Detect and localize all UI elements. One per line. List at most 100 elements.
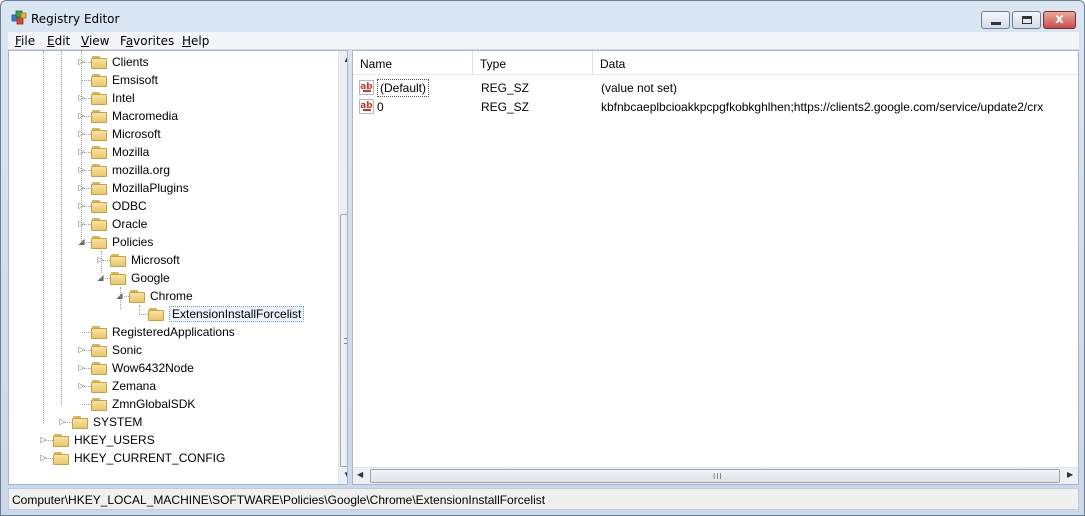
- registry-editor-app-icon: [11, 10, 27, 25]
- column-header-data-label: Data: [600, 57, 626, 71]
- scroll-right-arrow-icon[interactable]: ▶: [1067, 470, 1073, 479]
- value-row[interactable]: ab 0 REG_SZ kbfnbcaeplbcioakkpcpgfkobkgh…: [353, 97, 1078, 116]
- tree-node[interactable]: ZmnGlobalSDK: [9, 395, 334, 413]
- tree-node[interactable]: ▷ Intel: [9, 89, 334, 107]
- folder-icon: [91, 55, 107, 69]
- column-header-name-label: Name: [360, 57, 393, 71]
- menu-file[interactable]: File: [15, 34, 35, 48]
- tree-node[interactable]: ▷ mozilla.org: [9, 161, 334, 179]
- maximize-button[interactable]: [1012, 11, 1041, 29]
- scroll-grip-icon: [344, 338, 347, 344]
- scroll-left-arrow-icon[interactable]: ◀: [357, 470, 363, 479]
- folder-icon: [91, 91, 107, 105]
- tree-node[interactable]: RegisteredApplications: [9, 323, 334, 341]
- menu-help-accel: H: [182, 34, 192, 48]
- scroll-down-arrow-icon[interactable]: ▼: [343, 470, 347, 479]
- folder-icon: [91, 217, 107, 231]
- title-bar[interactable]: Registry Editor x: [1, 1, 1084, 32]
- tree-node[interactable]: ◢ Chrome: [9, 287, 334, 305]
- menu-edit[interactable]: Edit: [47, 34, 70, 48]
- column-header-data[interactable]: Data: [593, 51, 1078, 75]
- tree-node-label: Macromedia: [112, 109, 179, 123]
- tree-node-label: Mozilla: [112, 145, 150, 159]
- folder-icon: [110, 253, 126, 267]
- status-bar: Computer\HKEY_LOCAL_MACHINE\SOFTWARE\Pol…: [8, 488, 1079, 510]
- menu-file-label: ile: [21, 34, 36, 48]
- tree-node-label: Oracle: [112, 217, 148, 231]
- folder-icon: [53, 451, 69, 465]
- close-icon: x: [1055, 12, 1064, 27]
- tree-node[interactable]: ▷ Zemana: [9, 377, 334, 395]
- tree-node-label: Emsisoft: [112, 73, 159, 87]
- folder-icon: [91, 109, 107, 123]
- folder-icon: [110, 271, 126, 285]
- tree-node[interactable]: ▷ ODBC: [9, 197, 334, 215]
- tree-node-label: Clients: [112, 55, 149, 69]
- column-header-type[interactable]: Type: [473, 51, 593, 75]
- string-value-icon: ab: [359, 99, 374, 114]
- close-button[interactable]: x: [1043, 11, 1076, 29]
- tree-node-label: Google: [131, 271, 170, 285]
- maximize-icon: [1022, 16, 1032, 24]
- tree-node-label: Policies: [112, 235, 154, 249]
- values-scroll-thumb[interactable]: III: [370, 469, 1060, 483]
- value-row[interactable]: ab (Default) REG_SZ (value not set): [353, 78, 1078, 97]
- tree-node-label: SYSTEM: [93, 415, 143, 429]
- tree-node[interactable]: ▷ Wow6432Node: [9, 359, 334, 377]
- menu-view-label: iew: [88, 34, 110, 48]
- menu-view[interactable]: View: [81, 34, 109, 48]
- menu-help[interactable]: Help: [182, 34, 209, 48]
- tree-node[interactable]: ▷ Macromedia: [9, 107, 334, 125]
- registry-tree[interactable]: ▷ Clients Emsisoft ▷ Intel ▷ Macromedia ▷ Micros…: [8, 50, 348, 485]
- tree-node[interactable]: ▷ Microsoft: [9, 125, 334, 143]
- tree-node[interactable]: ▷ Sonic: [9, 341, 334, 359]
- tree-node-label: ODBC: [112, 199, 147, 213]
- minimize-icon: [991, 22, 1001, 25]
- tree-node-label: mozilla.org: [112, 163, 171, 177]
- tree-node[interactable]: ◢ Google: [9, 269, 334, 287]
- values-list[interactable]: Name Type Data ab (Default) REG_SZ (valu…: [352, 50, 1079, 485]
- folder-icon: [91, 163, 107, 177]
- tree-node[interactable]: ▷ MozillaPlugins: [9, 179, 334, 197]
- tree-node-label: Sonic: [112, 343, 143, 357]
- tree-node[interactable]: ▷ HKEY_CURRENT_CONFIG: [9, 449, 334, 467]
- menu-view-accel: V: [81, 34, 89, 48]
- tree-node[interactable]: ◢ Policies: [9, 233, 334, 251]
- tree-node[interactable]: ▷ Microsoft: [9, 251, 334, 269]
- minimize-button[interactable]: [981, 11, 1010, 29]
- tree-node-label: Chrome: [150, 289, 193, 303]
- tree-scroll-thumb[interactable]: [340, 214, 347, 467]
- tree-node-label: Intel: [112, 91, 135, 105]
- scroll-up-arrow-icon[interactable]: ▲: [343, 55, 347, 64]
- tree-node[interactable]: ▷ Oracle: [9, 215, 334, 233]
- folder-icon: [91, 199, 107, 213]
- tree-node[interactable]: ▷ SYSTEM: [9, 413, 334, 431]
- tree-node[interactable]: ▷ Mozilla: [9, 143, 334, 161]
- menu-edit-label: dit: [54, 34, 71, 48]
- folder-icon: [91, 397, 107, 411]
- folder-icon: [148, 307, 164, 321]
- tree-node[interactable]: ▷ Clients: [9, 53, 334, 71]
- tree-node[interactable]: ExtensionInstallForcelist: [9, 305, 334, 323]
- tree-node-label: ExtensionInstallForcelist: [169, 306, 305, 322]
- folder-icon: [91, 235, 107, 249]
- value-name[interactable]: 0: [377, 100, 384, 114]
- folder-icon: [91, 73, 107, 87]
- folder-icon: [129, 289, 145, 303]
- value-data: (value not set): [601, 81, 678, 95]
- tree-node-label: Microsoft: [112, 127, 161, 141]
- folder-icon: [91, 361, 107, 375]
- tree-vertical-scrollbar[interactable]: ▲ ▼: [338, 51, 347, 484]
- values-horizontal-scrollbar[interactable]: ◀ III ▶: [353, 467, 1078, 484]
- column-header-type-label: Type: [480, 57, 507, 71]
- menu-edit-accel: E: [47, 34, 55, 48]
- column-header-name[interactable]: Name: [353, 51, 473, 75]
- tree-node-label: RegisteredApplications: [112, 325, 235, 339]
- tree-node-label: MozillaPlugins: [112, 181, 189, 195]
- folder-icon: [91, 145, 107, 159]
- registry-editor-window: Registry Editor x File Edit View Favorit…: [0, 0, 1085, 516]
- value-name[interactable]: (Default): [377, 79, 430, 97]
- menu-favorites[interactable]: Favorites: [120, 34, 174, 48]
- tree-node[interactable]: Emsisoft: [9, 71, 334, 89]
- tree-node[interactable]: ▷ HKEY_USERS: [9, 431, 334, 449]
